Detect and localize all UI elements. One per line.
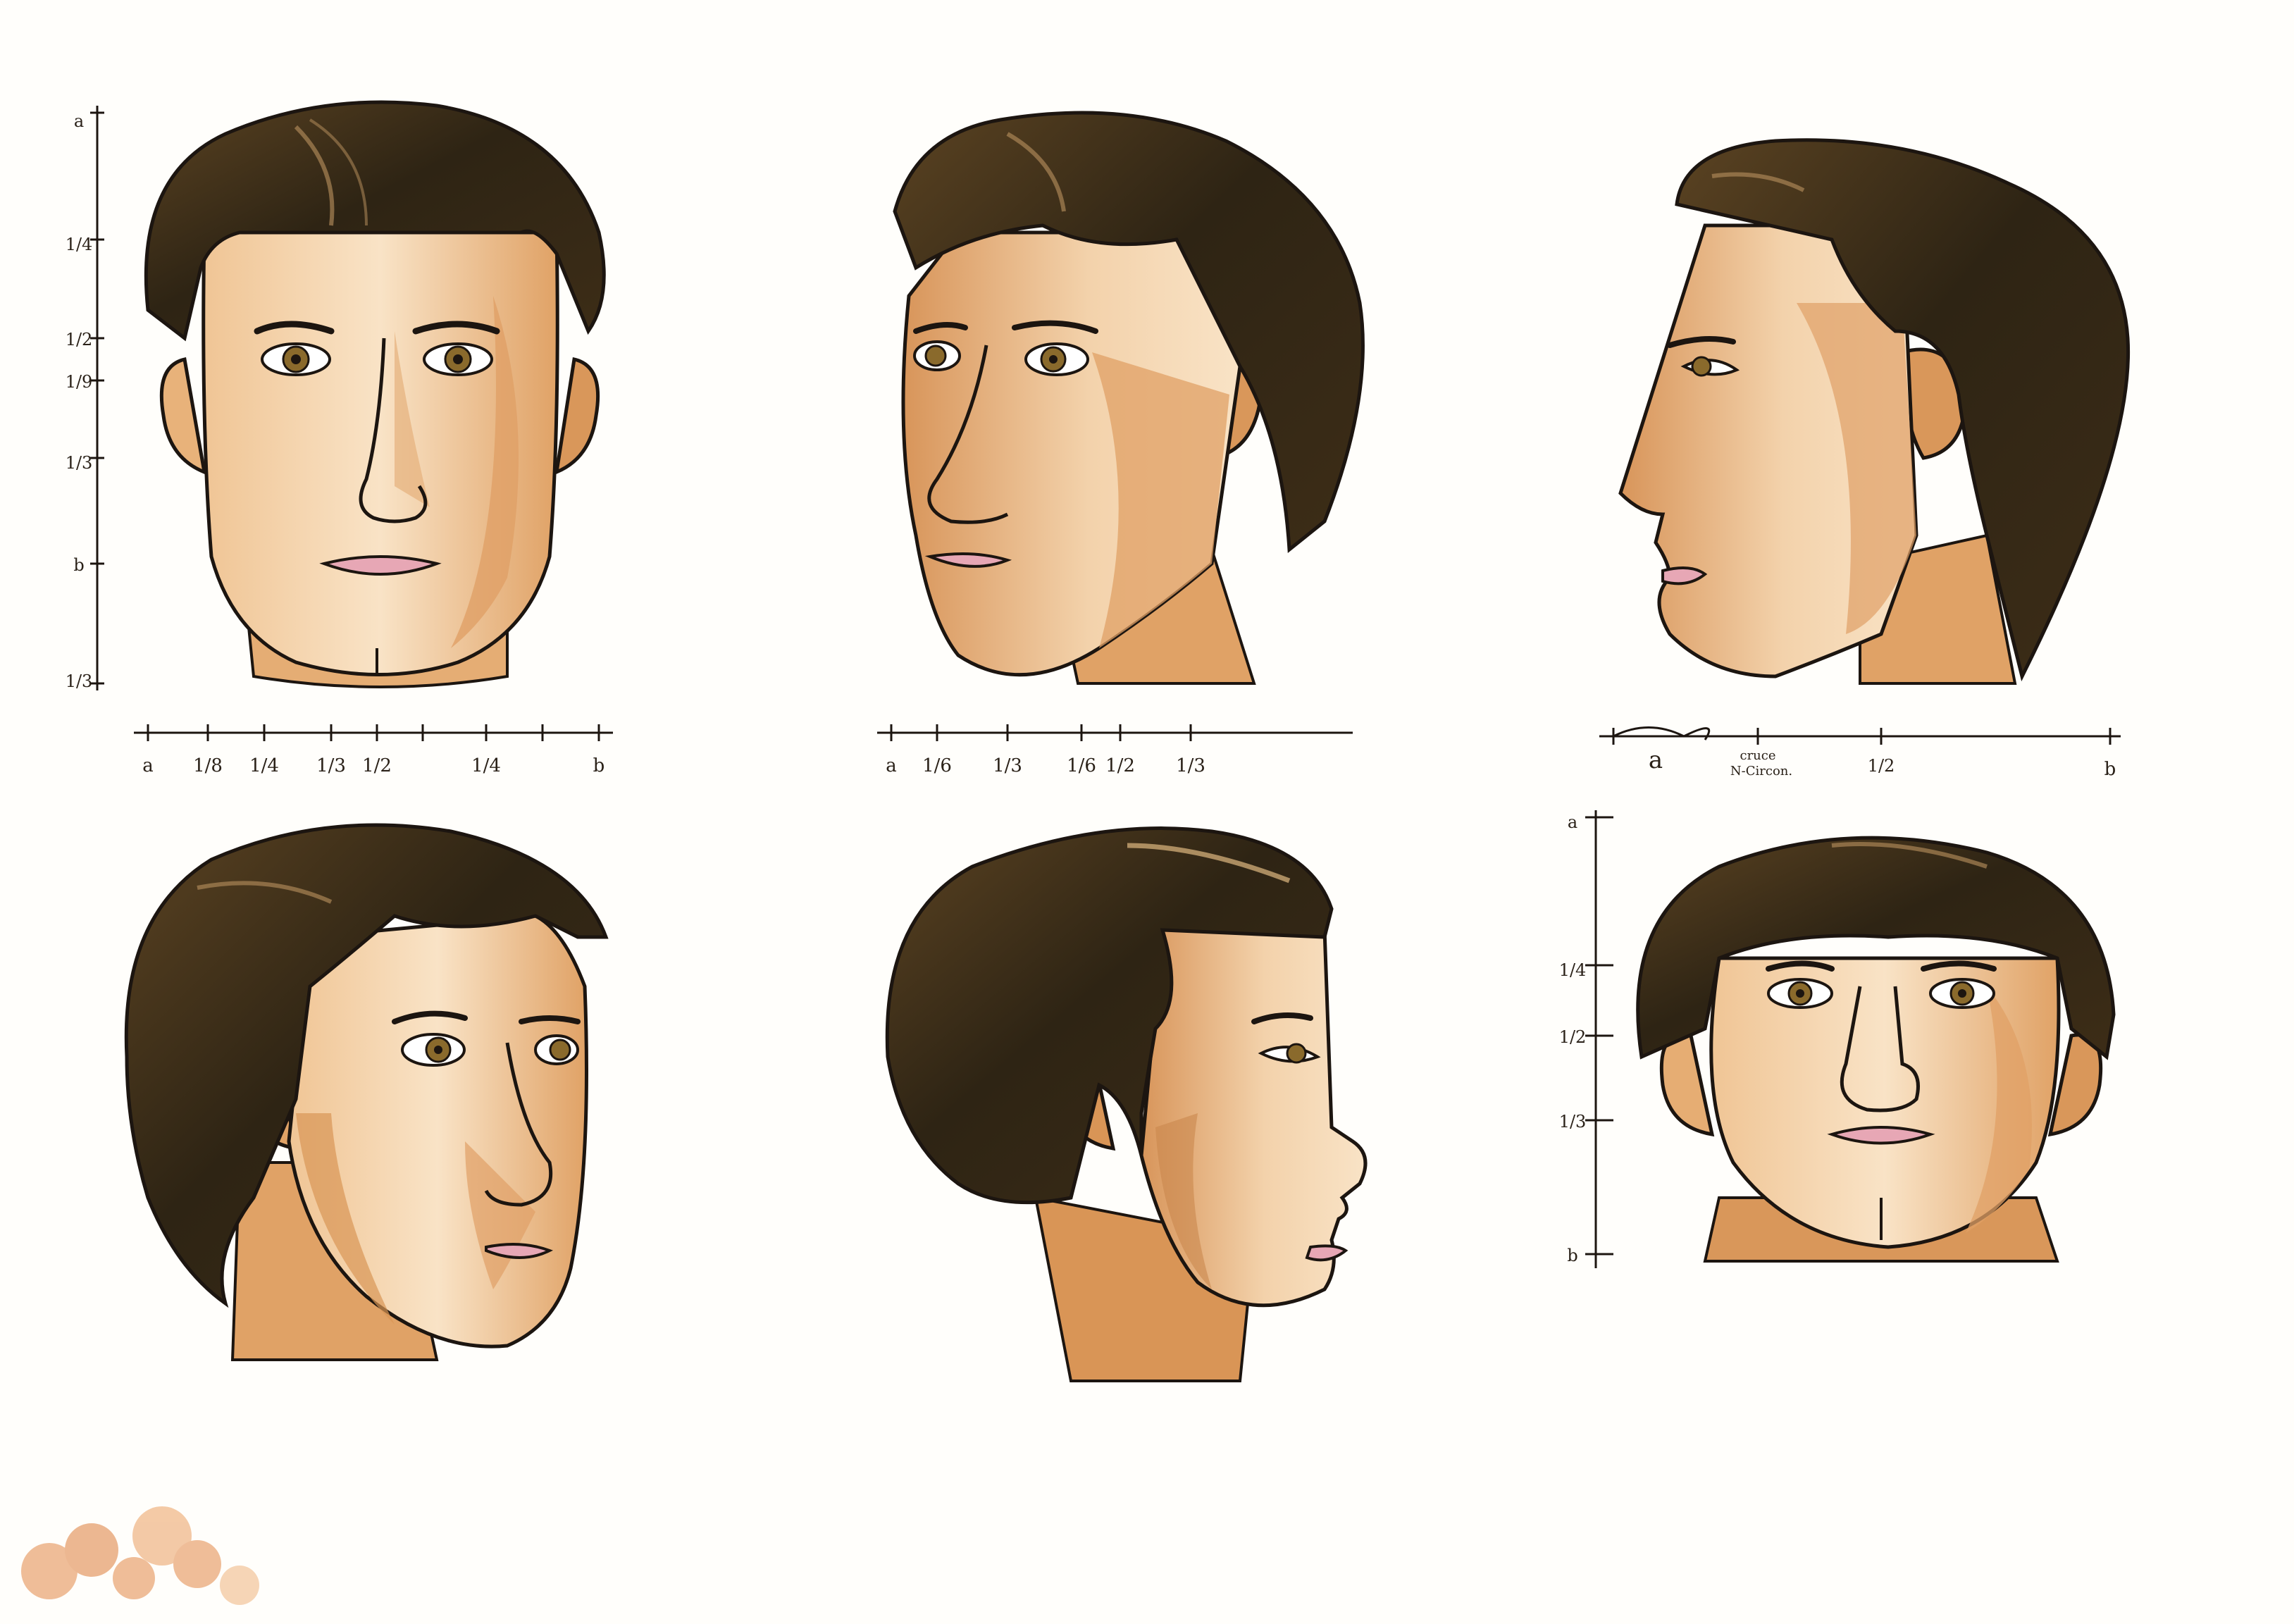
head-profile-icon — [1618, 138, 2131, 685]
head-studies-illustration: a 1/4 1/2 1/9 1/3 b 1/3 a 1/8 1/4 1/3 1/2 1/4 b — [21, 100, 2131, 1605]
ruler-label: 1/3 — [993, 755, 1022, 776]
ruler-label: a — [886, 755, 897, 776]
ruler-label: 1/4 — [66, 235, 93, 254]
ruler-label: b — [593, 755, 605, 776]
ruler-label: 1/4 — [249, 755, 279, 776]
ruler-label: a — [74, 111, 84, 131]
ruler-three-quarter-labels: a 1/6 1/3 1/6 1/2 1/3 — [886, 755, 1205, 776]
ruler-label: N-Circon. — [1730, 764, 1792, 779]
ruler-front-horizontal-labels: a 1/8 1/4 1/3 1/2 1/4 b — [142, 755, 604, 776]
ruler-label: 1/2 — [362, 755, 392, 776]
ruler-label: a — [1568, 812, 1577, 832]
ruler-label: 1/6 — [1067, 755, 1096, 776]
ruler-label: 1/6 — [922, 755, 952, 776]
ruler-label: 1/2 — [1105, 755, 1135, 776]
ruler-label: b — [2104, 759, 2116, 780]
head-low-angle-icon — [1636, 836, 2116, 1263]
ruler-three-quarter-horizontal — [877, 724, 1353, 741]
ruler-low-angle-labels: a 1/4 1/2 1/3 b — [1559, 812, 1587, 1265]
head-profile-right-icon — [885, 826, 1368, 1382]
head-three-quarter-right-icon — [124, 823, 609, 1361]
ruler-front-vertical-labels: a 1/4 1/2 1/9 1/3 b 1/3 — [66, 111, 93, 691]
ruler-label: 1/8 — [193, 755, 223, 776]
ruler-label: b — [73, 555, 84, 575]
ruler-label: 1/3 — [1176, 755, 1205, 776]
ruler-front-vertical — [90, 106, 104, 690]
ruler-label: cruce — [1740, 748, 1775, 763]
ruler-label: 1/3 — [1559, 1112, 1587, 1132]
ruler-label: 1/4 — [1559, 960, 1587, 980]
ruler-label: 1/3 — [66, 671, 93, 691]
ruler-label: 1/2 — [1559, 1027, 1587, 1047]
ruler-label: 1/2 — [66, 330, 93, 349]
drawing-sheet: a 1/4 1/2 1/9 1/3 b 1/3 a 1/8 1/4 1/3 1/2 1/4 b — [0, 0, 2294, 1624]
ruler-label: 1/9 — [66, 372, 93, 392]
ruler-label: a — [142, 755, 154, 776]
ruler-label: a — [1649, 746, 1663, 774]
ruler-low-angle-vertical — [1585, 810, 1613, 1268]
ruler-label: 1/2 — [1868, 756, 1895, 776]
watercolor-stain — [21, 1506, 259, 1605]
ruler-front-horizontal — [134, 724, 613, 741]
ruler-label: 1/4 — [471, 755, 501, 776]
ruler-label: 1/3 — [66, 453, 93, 473]
ruler-label: 1/3 — [316, 755, 346, 776]
ruler-label: b — [1567, 1246, 1577, 1265]
ruler-profile-labels: a cruceN-Circon. 1/2 b — [1649, 746, 2116, 780]
head-front-icon — [144, 100, 606, 688]
head-three-quarter-icon — [893, 111, 1365, 685]
ruler-profile-horizontal — [1599, 726, 2121, 745]
